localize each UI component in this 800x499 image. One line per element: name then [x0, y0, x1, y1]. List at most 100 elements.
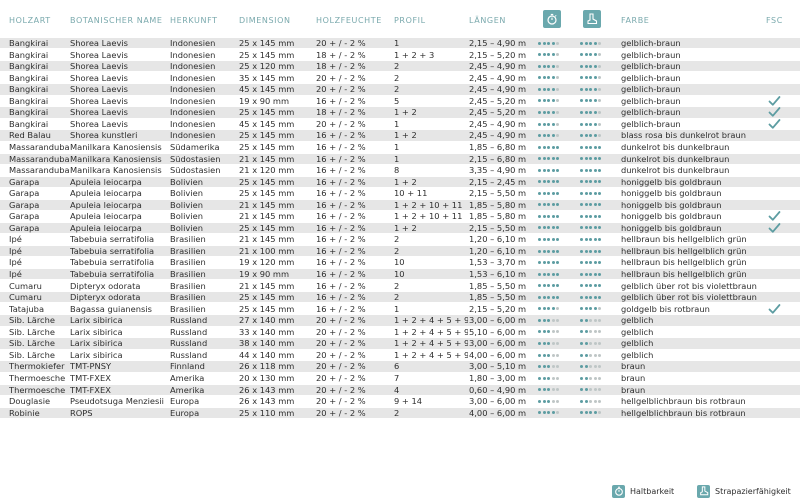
cell-holzfeuchte: 16 + / - 2 % [316, 165, 366, 176]
cell-holzart: Bangkirai [9, 38, 49, 48]
cell-profil: 2 [394, 234, 400, 245]
cell-farbe: braun [621, 384, 646, 395]
cell-dimension: 45 x 145 mm [239, 84, 295, 95]
haltbarkeit-rating [538, 304, 578, 314]
rating-dot [538, 353, 541, 357]
rating-dot [598, 376, 602, 380]
col-header-herkunft: HERKUNFT [170, 16, 218, 25]
rating-dot [593, 53, 597, 57]
cell-dimension: 26 x 143 mm [239, 396, 295, 407]
strapazier-rating [580, 96, 620, 106]
rating-dot [598, 341, 602, 345]
rating-dot [551, 399, 555, 403]
cell-holzfeuchte: 20 + / - 2 % [316, 326, 366, 337]
rating-dot [538, 64, 541, 68]
cell-farbe: gelblich-braun [621, 84, 681, 95]
rating-dot [589, 341, 593, 345]
rating-dot [538, 284, 541, 288]
rating-dot [593, 168, 597, 172]
col-header-profil: PROFIL [394, 16, 426, 25]
rating-dot [542, 145, 546, 149]
strapazier-rating [580, 396, 620, 406]
rating-dot [598, 191, 602, 195]
rating-dot [538, 341, 541, 345]
rating-dot [580, 284, 583, 288]
rating-dot [580, 318, 583, 322]
cell-holzart: Bangkirai [9, 61, 49, 72]
cell-holzart: Ipé [9, 245, 22, 256]
rating-dot [589, 157, 593, 161]
cell-holzfeuchte: 20 + / - 2 % [316, 72, 366, 83]
rating-dot [584, 341, 588, 345]
rating-dot [580, 365, 583, 369]
haltbarkeit-rating [538, 281, 578, 291]
rating-dot [593, 191, 597, 195]
strapazier-rating [580, 154, 620, 164]
rating-dot [556, 399, 560, 403]
rating-dot [538, 122, 541, 126]
rating-dot [598, 145, 602, 149]
cell-laengen: 3,35 – 4,90 m [469, 165, 527, 176]
legend-strapazierfaehigkeit: Strapazierfähigkeit [697, 484, 791, 498]
rating-dot [547, 238, 551, 242]
rating-dot [580, 122, 583, 126]
cell-laengen: 2,45 – 5,20 m [469, 107, 527, 118]
cell-laengen: 2,45 – 4,90 m [469, 61, 527, 72]
haltbarkeit-rating [538, 38, 578, 48]
rating-dot [598, 214, 602, 218]
rating-dot [589, 318, 593, 322]
cell-profil: 2 [394, 72, 400, 83]
table-row: Bangkirai Shorea Laevis Indonesien 35 x 145… [0, 72, 800, 84]
rating-dot [589, 411, 593, 415]
rating-dot [551, 203, 555, 207]
cell-holzfeuchte: 18 + / - 2 % [316, 49, 366, 60]
rating-dot [589, 214, 593, 218]
rating-dot [580, 76, 583, 80]
rating-dot [598, 122, 602, 126]
cell-botanischer-name: ROPS [70, 407, 93, 418]
rating-dot [584, 249, 588, 253]
cell-botanischer-name: Shorea Laevis [70, 72, 129, 83]
rating-dot [538, 203, 541, 207]
stopwatch-icon [543, 10, 561, 28]
rating-dot [589, 376, 593, 380]
cell-profil: 9 + 14 [394, 396, 423, 407]
haltbarkeit-rating [538, 119, 578, 129]
cell-laengen: 2,45 – 4,90 m [469, 72, 527, 83]
cell-profil: 1 + 2 + 10 + 11 [394, 211, 463, 222]
cell-botanischer-name: Dipteryx odorata [70, 280, 141, 291]
cell-herkunft: Brasilien [170, 292, 206, 303]
cell-holzfeuchte: 16 + / - 2 % [316, 280, 366, 291]
rating-dot [547, 41, 551, 45]
cell-holzart: Douglasie [9, 396, 51, 407]
table-row: Ipé Tabebuia serratifolia Brasilien 19 x 90… [0, 269, 800, 280]
rating-dot [580, 87, 583, 91]
cell-holzfeuchte: 16 + / - 2 % [316, 245, 366, 256]
cell-dimension: 25 x 145 mm [239, 222, 295, 233]
rating-dot [598, 307, 602, 311]
cell-holzfeuchte: 20 + / - 2 % [316, 38, 366, 48]
rating-dot [547, 330, 551, 334]
rating-dot [589, 145, 593, 149]
cell-holzfeuchte: 20 + / - 2 % [316, 372, 366, 383]
cell-farbe: hellbraun bis hellgelblich grün [621, 269, 747, 279]
strapazier-rating [580, 223, 620, 233]
cell-holzart: Massaranduba [9, 141, 69, 152]
rating-dot [593, 330, 597, 334]
cell-profil: 2 [394, 245, 400, 256]
cell-holzart: Massaranduba [9, 165, 69, 176]
cell-farbe: gelblich-braun [621, 61, 681, 72]
cell-farbe: honiggelb bis goldbraun [621, 222, 722, 233]
cell-holzart: Bangkirai [9, 72, 49, 83]
rating-dot [598, 99, 602, 103]
cell-profil: 2 [394, 407, 400, 418]
rating-dot [551, 261, 555, 265]
cell-laengen: 2,15 – 5,20 m [469, 49, 527, 60]
rating-dot [551, 388, 555, 392]
rating-dot [584, 307, 588, 311]
cell-botanischer-name: Shorea Laevis [70, 95, 129, 106]
cell-laengen: 2,15 – 4,90 m [469, 38, 527, 48]
rating-dot [542, 99, 546, 103]
cell-holzart: Ipé [9, 234, 22, 245]
rating-dot [589, 238, 593, 242]
